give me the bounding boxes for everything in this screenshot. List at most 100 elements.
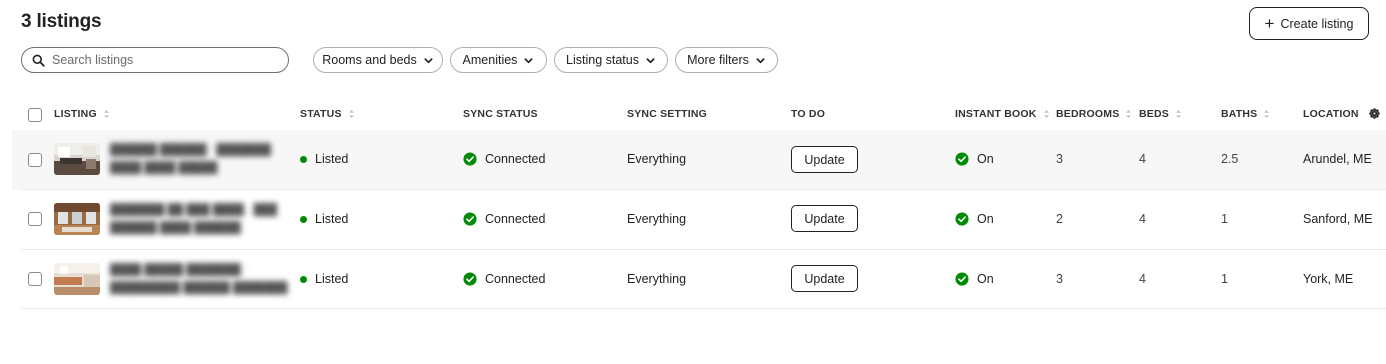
sync-status-text: Connected bbox=[485, 152, 546, 166]
instant-book-text: On bbox=[977, 272, 994, 286]
beds-cell: 4 bbox=[1139, 212, 1146, 226]
instant-book-text: On bbox=[977, 212, 994, 226]
location-cell: Sanford, ME bbox=[1303, 212, 1373, 226]
filter-more-filters[interactable]: More filters bbox=[675, 47, 778, 73]
plus-icon: + bbox=[1264, 14, 1275, 33]
listing-photo bbox=[54, 263, 100, 295]
instant-book-cell: On bbox=[955, 211, 994, 227]
create-listing-label: Create listing bbox=[1280, 16, 1354, 31]
baths-cell: 1 bbox=[1221, 272, 1228, 286]
column-header-label: STATUS bbox=[300, 108, 342, 120]
column-header-to-do: TO DO bbox=[791, 108, 825, 120]
sync-status-text: Connected bbox=[485, 212, 546, 226]
update-button[interactable]: Update bbox=[791, 205, 858, 232]
row-checkbox[interactable] bbox=[28, 272, 42, 286]
check-circle-icon bbox=[955, 152, 969, 166]
search-icon bbox=[32, 54, 45, 67]
sync-setting-cell: Everything bbox=[627, 212, 687, 226]
bedrooms-cell: 3 bbox=[1056, 272, 1063, 286]
listing-thumbnail[interactable] bbox=[54, 143, 100, 175]
update-button[interactable]: Update bbox=[791, 265, 858, 292]
column-header-label: SYNC SETTING bbox=[627, 108, 707, 120]
row-checkbox[interactable] bbox=[28, 212, 42, 226]
gear-icon[interactable] bbox=[1368, 107, 1381, 120]
column-header-instant-book[interactable]: INSTANT BOOK bbox=[955, 108, 1050, 120]
chevron-down-icon bbox=[424, 57, 433, 63]
listing-thumbnail[interactable] bbox=[54, 263, 100, 295]
column-header-label: LOCATION bbox=[1303, 108, 1359, 120]
check-circle-icon bbox=[955, 212, 969, 226]
sort-icon bbox=[1264, 109, 1270, 119]
status-cell: Listed bbox=[300, 211, 348, 227]
location-cell: Arundel, ME bbox=[1303, 152, 1372, 166]
sort-icon bbox=[1175, 109, 1181, 119]
sync-status-cell: Connected bbox=[463, 271, 545, 287]
sort-icon bbox=[1126, 109, 1132, 119]
instant-book-cell: On bbox=[955, 271, 994, 287]
sync-status-cell: Connected bbox=[463, 211, 545, 227]
create-listing-button[interactable]: + Create listing bbox=[1249, 7, 1369, 40]
chevron-down-icon bbox=[646, 57, 655, 63]
row-divider bbox=[21, 189, 1386, 190]
update-button[interactable]: Update bbox=[791, 146, 858, 173]
row-divider bbox=[21, 308, 1386, 309]
search-box[interactable] bbox=[21, 47, 289, 73]
listing-photo bbox=[54, 143, 100, 175]
column-header-label: BATHS bbox=[1221, 108, 1258, 120]
check-circle-icon bbox=[463, 152, 477, 166]
status-text: Listed bbox=[315, 212, 349, 226]
search-input[interactable] bbox=[52, 53, 272, 67]
column-header-bedrooms[interactable]: BEDROOMS bbox=[1056, 108, 1132, 120]
column-header-label: BEDROOMS bbox=[1056, 108, 1120, 120]
row-divider bbox=[21, 249, 1386, 250]
sort-icon bbox=[103, 109, 109, 119]
bedrooms-cell: 2 bbox=[1056, 212, 1063, 226]
instant-book-cell: On bbox=[955, 151, 994, 167]
column-header-location: LOCATION bbox=[1303, 108, 1359, 120]
filter-label: More filters bbox=[687, 53, 749, 67]
sync-setting-cell: Everything bbox=[627, 272, 687, 286]
column-header-sync-setting: SYNC SETTING bbox=[627, 108, 707, 120]
column-header-label: INSTANT BOOK bbox=[955, 108, 1037, 120]
sync-status-text: Connected bbox=[485, 272, 546, 286]
listing-photo bbox=[54, 203, 100, 235]
listed-dot-icon bbox=[300, 155, 307, 163]
status-cell: Listed bbox=[300, 271, 348, 287]
column-header-label: BEDS bbox=[1139, 108, 1169, 120]
baths-cell: 2.5 bbox=[1221, 152, 1239, 166]
column-header-label: LISTING bbox=[54, 108, 97, 120]
column-header-listing[interactable]: LISTING bbox=[54, 108, 110, 120]
filter-amenities[interactable]: Amenities bbox=[450, 47, 547, 73]
chevron-down-icon bbox=[756, 57, 765, 63]
filter-label: Amenities bbox=[462, 53, 518, 67]
chevron-down-icon bbox=[524, 57, 533, 63]
column-header-baths[interactable]: BATHS bbox=[1221, 108, 1270, 120]
sort-icon bbox=[1043, 109, 1049, 119]
column-header-beds[interactable]: BEDS bbox=[1139, 108, 1182, 120]
listing-title-blurred[interactable]: ██████ ██████ · ███████ ████ ████ █████ bbox=[110, 141, 290, 177]
column-header-sync-status: SYNC STATUS bbox=[463, 108, 538, 120]
column-header-label: SYNC STATUS bbox=[463, 108, 538, 120]
listing-title-blurred[interactable]: ███████ ██ ███ ████ · ███ ██████ ████ ███… bbox=[110, 201, 290, 237]
filter-label: Listing status bbox=[566, 53, 639, 67]
baths-cell: 1 bbox=[1221, 212, 1228, 226]
listing-thumbnail[interactable] bbox=[54, 203, 100, 235]
filter-rooms-and-beds[interactable]: Rooms and beds bbox=[313, 47, 443, 73]
row-checkbox[interactable] bbox=[28, 153, 42, 167]
filter-listing-status[interactable]: Listing status bbox=[554, 47, 668, 73]
status-cell: Listed bbox=[300, 151, 348, 167]
bedrooms-cell: 3 bbox=[1056, 152, 1063, 166]
listed-dot-icon bbox=[300, 275, 307, 283]
listing-title-blurred[interactable]: ████ █████ ███████ · █████████ ██████ ███… bbox=[110, 261, 290, 297]
sort-icon bbox=[348, 109, 354, 119]
page-title: 3 listings bbox=[21, 11, 102, 32]
select-all-checkbox[interactable] bbox=[28, 108, 42, 122]
check-circle-icon bbox=[955, 272, 969, 286]
column-header-status[interactable]: STATUS bbox=[300, 108, 355, 120]
instant-book-text: On bbox=[977, 152, 994, 166]
sync-status-cell: Connected bbox=[463, 151, 545, 167]
status-text: Listed bbox=[315, 152, 349, 166]
filter-label: Rooms and beds bbox=[322, 53, 417, 67]
column-header-label: TO DO bbox=[791, 108, 826, 120]
beds-cell: 4 bbox=[1139, 152, 1146, 166]
